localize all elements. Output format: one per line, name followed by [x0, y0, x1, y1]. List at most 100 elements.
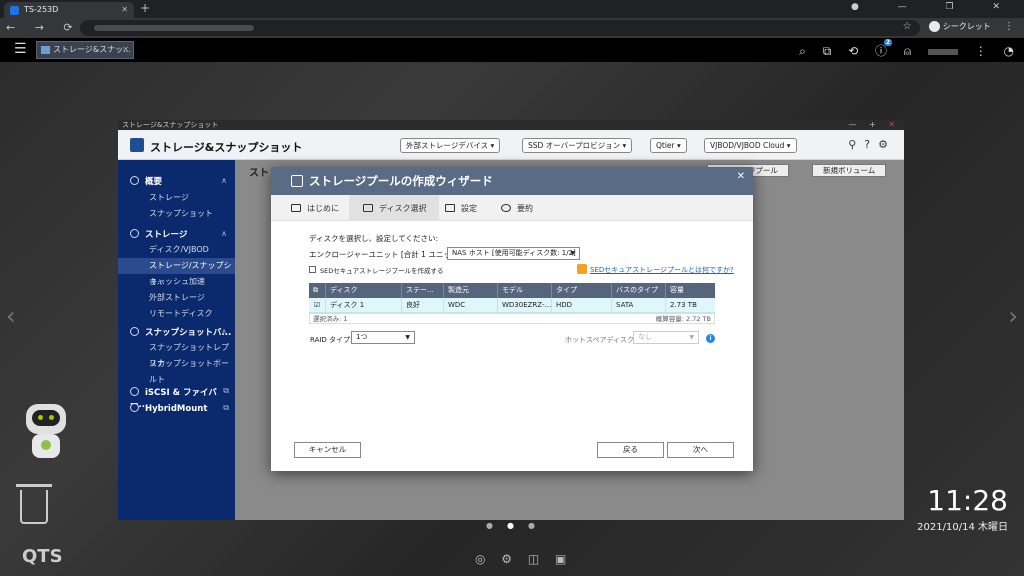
- settings-search-icon[interactable]: ⚲: [848, 138, 864, 151]
- dashboard-gauge-icon[interactable]: ◔: [1004, 44, 1014, 58]
- chevron-up-icon[interactable]: ∧: [221, 229, 227, 238]
- col-model[interactable]: モデル: [497, 283, 551, 298]
- browser-toolbar: ← → ⟳ ⌂ ☆ シークレット ⋮: [0, 18, 1024, 38]
- sed-help-link[interactable]: SEDセキュアストレージプールとは何ですか?: [577, 264, 734, 275]
- back-button[interactable]: 戻る: [597, 442, 664, 458]
- vjbod-button[interactable]: VJBOD/VJBOD Cloud ▾: [704, 138, 797, 153]
- header-tools: ⚲?⚙: [848, 138, 896, 151]
- col-bus-type[interactable]: バスのタイプ: [611, 283, 665, 298]
- wizard-title: ストレージプールの作成ウィザード: [309, 174, 493, 188]
- enclosure-select[interactable]: NAS ホスト [使用可能ディスク数: 1/2] ▼: [447, 247, 580, 260]
- help-icon[interactable]: ?: [864, 138, 878, 151]
- step-label: ディスク選択: [379, 204, 427, 213]
- more-options-icon[interactable]: ⋮: [975, 44, 987, 58]
- cell-bus-type: SATA: [611, 298, 665, 313]
- close-tab-icon[interactable]: ✕: [121, 2, 128, 18]
- sidebar-section-overview[interactable]: 概要: [130, 175, 162, 187]
- bookmark-star-icon[interactable]: ☆: [903, 21, 912, 32]
- window-titlebar[interactable]: ストレージ&スナップショット — + ✕: [118, 120, 904, 130]
- sidebar-section-storage[interactable]: ストレージ: [130, 228, 187, 240]
- sidebar-section-label: 概要: [145, 177, 163, 187]
- prev-desktop-arrow-icon[interactable]: ‹: [6, 302, 16, 330]
- incognito-label: シークレット: [942, 22, 991, 31]
- background-tasks-icon[interactable]: ⧉: [823, 44, 832, 59]
- mouse-cursor-icon: [678, 459, 683, 471]
- chrome-menu-icon[interactable]: ⋮: [1004, 21, 1014, 32]
- hybridmount-icon: [130, 403, 139, 412]
- taskbar-storage-app[interactable]: ストレージ&スナッ... ✕: [36, 41, 134, 59]
- chevron-up-icon[interactable]: ∧: [221, 176, 227, 185]
- main-menu-icon[interactable]: ☰: [14, 41, 27, 57]
- sidebar-item-external-storage[interactable]: 外部ストレージ: [118, 290, 235, 306]
- hotspare-select[interactable]: なし ▼: [633, 331, 699, 344]
- raid-type-value: 1つ: [356, 333, 368, 341]
- cell-status: 良好: [401, 298, 443, 313]
- cancel-button[interactable]: キャンセル: [294, 442, 361, 458]
- col-vendor[interactable]: 製造元: [443, 283, 497, 298]
- sed-checkbox[interactable]: [309, 266, 316, 273]
- row-checkbox-checked-icon[interactable]: ☑: [309, 298, 325, 313]
- col-type[interactable]: タイプ: [551, 283, 611, 298]
- external-link-icon[interactable]: ⧉: [223, 403, 229, 413]
- sync-icon[interactable]: ⟲: [848, 44, 858, 58]
- info-icon[interactable]: i: [706, 334, 715, 343]
- new-volume-button[interactable]: 新規ボリューム: [812, 164, 887, 177]
- cell-vendor: WDC: [443, 298, 497, 313]
- sidebar-section-hybridmount[interactable]: HybridMount: [130, 403, 207, 414]
- notification-icon[interactable]: ⓘ 2: [875, 39, 892, 59]
- table-row[interactable]: ☑ ディスク 1 良好 WDC WD30EZRZ-... HDD SATA 2.…: [309, 298, 715, 313]
- recycle-bin-icon[interactable]: [16, 484, 52, 524]
- new-tab-icon[interactable]: +: [140, 1, 150, 15]
- desktop-pager-dots[interactable]: ●●●: [486, 521, 549, 530]
- external-link-icon[interactable]: ⧉: [223, 386, 229, 396]
- chevron-up-icon[interactable]: ∧: [221, 327, 227, 336]
- wizard-header: ストレージプールの作成ウィザード ✕: [271, 167, 753, 195]
- step-label: はじめに: [307, 204, 339, 213]
- cell-capacity: 2.73 TB: [665, 298, 715, 313]
- search-icon[interactable]: ⌕: [799, 44, 806, 59]
- select-all-icon[interactable]: ⧉: [309, 283, 325, 298]
- username-redacted[interactable]: [927, 48, 958, 55]
- col-status[interactable]: ステー...: [401, 283, 443, 298]
- sidebar-item-remote-disk[interactable]: リモートディスク: [118, 306, 235, 322]
- raid-type-label: RAID タイプ:: [310, 336, 353, 344]
- close-icon[interactable]: ✕: [737, 171, 745, 182]
- browser-tab[interactable]: TS-253D ✕: [4, 2, 134, 18]
- wizard-instruction: ディスクを選択し、設定してください:: [309, 234, 439, 243]
- gear-icon[interactable]: ⚙: [878, 138, 896, 151]
- sidebar-item-snapshots[interactable]: スナップショット: [118, 206, 235, 222]
- sidebar-item-snapshot-vault[interactable]: スナップショットボールト: [118, 356, 235, 384]
- sidebar-section-label: ストレージ: [145, 230, 188, 240]
- external-storage-button[interactable]: 外部ストレージデバイス ▾: [400, 138, 501, 153]
- app-title: ストレージ&スナップショット: [150, 141, 303, 154]
- sidebar-item-cache[interactable]: キャッシュ加速: [118, 274, 235, 290]
- step-settings: 設定: [445, 203, 477, 214]
- next-button[interactable]: 次へ: [667, 442, 734, 458]
- ssd-overprovision-button[interactable]: SSD オーバープロビジョン ▾: [522, 138, 633, 153]
- overview-icon: [130, 176, 139, 185]
- col-capacity[interactable]: 容量: [665, 283, 715, 298]
- chevron-down-icon: ▼: [689, 334, 694, 341]
- qts-top-bar: ☰ ストレージ&スナッ... ✕ ⌕ ⧉ ⟲ ⓘ 2 ⍝ ⋮ ◔: [0, 38, 1024, 62]
- window-controls[interactable]: — + ✕: [849, 120, 901, 130]
- address-bar[interactable]: [80, 20, 920, 36]
- check-circle-icon: [501, 204, 511, 212]
- close-task-icon[interactable]: ✕: [122, 42, 129, 58]
- desktop-dock-icons[interactable]: ◎ ⚙ ◫ ▣: [475, 552, 572, 566]
- user-icon[interactable]: ⍝: [904, 44, 911, 59]
- desktop-clock: 11:28: [927, 484, 1008, 517]
- sidebar-item-storage-snapshots[interactable]: ストレージ/スナップショ...: [118, 258, 235, 286]
- next-desktop-arrow-icon[interactable]: ›: [1008, 302, 1018, 330]
- incognito-indicator[interactable]: シークレット: [928, 21, 991, 32]
- qtier-button[interactable]: Qtier ▾: [650, 138, 687, 153]
- browser-right-controls: ☆ シークレット ⋮: [903, 21, 1014, 32]
- sidebar-item-disks[interactable]: ディスク/VJBOD: [118, 242, 235, 258]
- col-disk[interactable]: ディスク: [325, 283, 401, 298]
- raid-type-select[interactable]: 1つ ▼: [351, 331, 415, 344]
- sidebar-section-label: スナップショットバ...: [145, 328, 232, 338]
- window-controls[interactable]: ● — ❐ ✕: [851, 2, 1018, 12]
- sidebar-item-snapshot-replica[interactable]: スナップショットレプリカ: [118, 340, 235, 368]
- helpdesk-robot-icon[interactable]: [18, 404, 74, 464]
- sidebar-section-snapshot-backup[interactable]: スナップショットバ...: [130, 326, 231, 338]
- sidebar-item-storage[interactable]: ストレージ: [118, 190, 235, 206]
